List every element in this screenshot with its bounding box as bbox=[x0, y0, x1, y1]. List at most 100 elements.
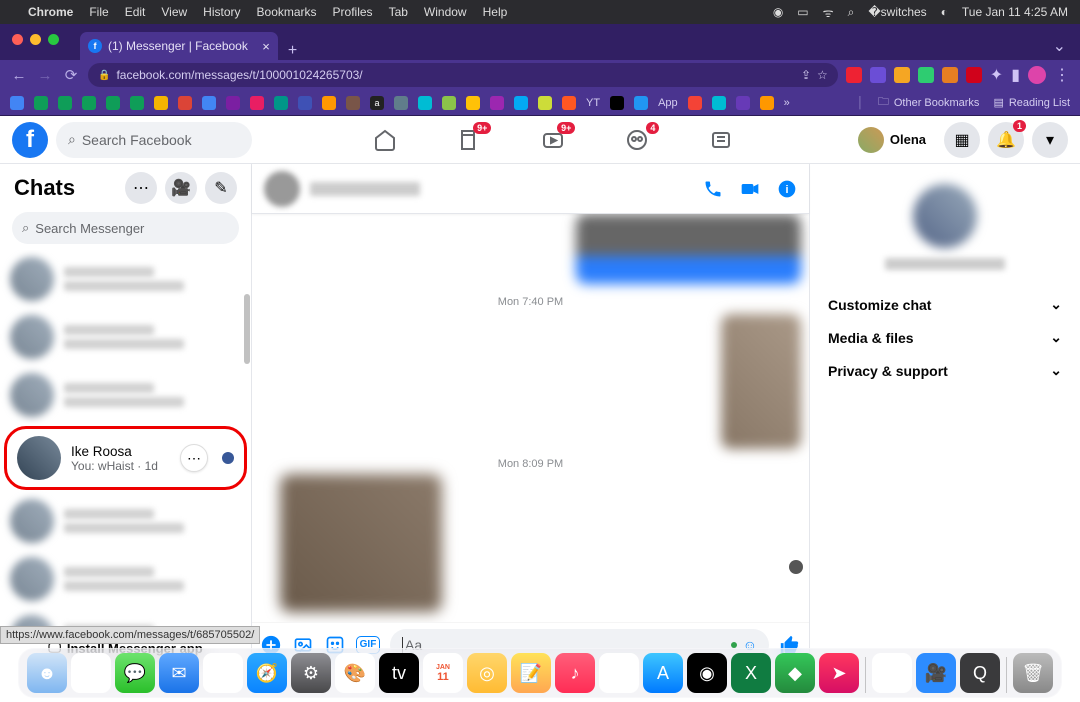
menu-history[interactable]: History bbox=[203, 5, 240, 19]
ext-icon[interactable] bbox=[894, 67, 910, 83]
chat-item[interactable] bbox=[0, 550, 251, 608]
bookmark-icon[interactable] bbox=[760, 96, 774, 110]
bookmark-icon[interactable] bbox=[712, 96, 726, 110]
url-bar[interactable]: 🔒 facebook.com/messages/t/10000102426570… bbox=[88, 63, 838, 87]
ext-icon[interactable] bbox=[942, 67, 958, 83]
dock-zoom-icon[interactable]: 🎥 bbox=[916, 653, 956, 693]
profile-avatar-icon[interactable] bbox=[1028, 66, 1046, 84]
info-customize-chat[interactable]: Customize chat⌄ bbox=[818, 288, 1072, 321]
menubar-clock[interactable]: Tue Jan 11 4:25 AM bbox=[962, 5, 1068, 19]
conversation-avatar[interactable] bbox=[264, 171, 300, 207]
info-privacy-support[interactable]: Privacy & support⌄ bbox=[818, 354, 1072, 387]
dock-photos-icon[interactable]: ✿ bbox=[203, 653, 243, 693]
chat-item[interactable] bbox=[0, 250, 251, 308]
dock-app-icon[interactable]: ◉ bbox=[687, 653, 727, 693]
chat-item-highlighted[interactable]: Ike Roosa You: wHaist · 1d ⋯ bbox=[4, 426, 247, 490]
nav-watch-icon[interactable]: 9+ bbox=[541, 128, 565, 152]
dock-slack-icon[interactable]: ✱ bbox=[599, 653, 639, 693]
bookmark-icon[interactable] bbox=[394, 96, 408, 110]
chats-options-icon[interactable]: ⋯ bbox=[125, 172, 157, 204]
battery-icon[interactable]: ▭ bbox=[797, 5, 808, 19]
share-icon[interactable]: ⇪ bbox=[801, 68, 811, 82]
dock-music-icon[interactable]: ♪ bbox=[555, 653, 595, 693]
dock-appstore-icon[interactable]: A bbox=[643, 653, 683, 693]
facebook-search[interactable]: ⌕ Search Facebook bbox=[56, 122, 252, 158]
notifications-icon[interactable]: 🔔1 bbox=[988, 122, 1024, 158]
dock-app-icon[interactable]: ◎ bbox=[467, 653, 507, 693]
info-media-files[interactable]: Media & files⌄ bbox=[818, 321, 1072, 354]
message-image[interactable] bbox=[721, 314, 801, 449]
bookmark-icon[interactable] bbox=[736, 96, 750, 110]
back-button[interactable]: ← bbox=[10, 66, 28, 84]
messages-area[interactable]: Mon 7:40 PM Mon 8:09 PM bbox=[252, 214, 809, 622]
bookmark-icon[interactable] bbox=[202, 96, 216, 110]
siri-icon[interactable]: ◐ bbox=[941, 5, 948, 19]
record-menu-icon[interactable]: ◉ bbox=[773, 5, 783, 19]
bookmark-icon[interactable] bbox=[562, 96, 576, 110]
menu-view[interactable]: View bbox=[161, 5, 187, 19]
new-tab-button[interactable]: + bbox=[278, 42, 307, 60]
menubar-app[interactable]: Chrome bbox=[28, 5, 73, 19]
conversation-info-icon[interactable]: i bbox=[777, 179, 797, 199]
chrome-menu-icon[interactable]: ⋮ bbox=[1054, 65, 1070, 85]
dock-app-icon[interactable]: ➤ bbox=[819, 653, 859, 693]
nav-groups-icon[interactable]: 4 bbox=[625, 128, 649, 152]
new-message-icon[interactable]: ✎ bbox=[205, 172, 237, 204]
bookmark-app[interactable]: App bbox=[658, 97, 678, 109]
nav-news-icon[interactable] bbox=[709, 128, 733, 152]
message-image[interactable] bbox=[576, 214, 801, 284]
browser-tab[interactable]: f (1) Messenger | Facebook × bbox=[80, 32, 278, 60]
profile-chip[interactable]: Olena bbox=[855, 124, 936, 156]
dock-app-icon[interactable]: ▣ bbox=[872, 653, 912, 693]
nav-home-icon[interactable] bbox=[373, 128, 397, 152]
dock-appletv-icon[interactable]: tv bbox=[379, 653, 419, 693]
ext-icon[interactable] bbox=[966, 67, 982, 83]
dock-settings-icon[interactable]: ⚙ bbox=[291, 653, 331, 693]
new-room-icon[interactable]: 🎥 bbox=[165, 172, 197, 204]
ext-icon[interactable] bbox=[870, 67, 886, 83]
dock-excel-icon[interactable]: X bbox=[731, 653, 771, 693]
reading-list[interactable]: ▤Reading List bbox=[993, 96, 1070, 109]
bookmark-star-icon[interactable]: ☆ bbox=[817, 68, 828, 82]
dock-app-icon[interactable]: 🎨 bbox=[335, 653, 375, 693]
forward-button[interactable]: → bbox=[36, 66, 54, 84]
account-menu-icon[interactable]: ▾ bbox=[1032, 122, 1068, 158]
message-image[interactable] bbox=[280, 474, 442, 612]
bookmark-icon[interactable] bbox=[226, 96, 240, 110]
bookmark-yt[interactable]: YT bbox=[586, 97, 600, 109]
tab-close-icon[interactable]: × bbox=[262, 39, 270, 54]
bookmark-icon[interactable] bbox=[610, 96, 624, 110]
bookmark-icon[interactable] bbox=[346, 96, 360, 110]
menu-help[interactable]: Help bbox=[483, 5, 508, 19]
chat-list[interactable]: Ike Roosa You: wHaist · 1d ⋯ bbox=[0, 250, 251, 629]
call-icon[interactable] bbox=[703, 179, 723, 199]
dock-trash-icon[interactable]: 🗑 bbox=[1013, 653, 1053, 693]
chat-item-more-icon[interactable]: ⋯ bbox=[180, 444, 208, 472]
bookmark-icon[interactable] bbox=[634, 96, 648, 110]
menu-window[interactable]: Window bbox=[424, 5, 467, 19]
bookmarks-overflow-icon[interactable]: » bbox=[784, 97, 790, 109]
bookmark-icon[interactable] bbox=[442, 96, 456, 110]
info-avatar[interactable] bbox=[913, 184, 977, 248]
bookmark-icon[interactable] bbox=[106, 96, 120, 110]
menu-profiles[interactable]: Profiles bbox=[333, 5, 373, 19]
video-call-icon[interactable] bbox=[739, 179, 761, 199]
dock-messages-icon[interactable]: 💬 bbox=[115, 653, 155, 693]
bookmark-icon[interactable] bbox=[82, 96, 96, 110]
messenger-search[interactable]: ⌕ Search Messenger bbox=[12, 212, 239, 244]
bookmark-icon[interactable] bbox=[688, 96, 702, 110]
bookmark-icon[interactable] bbox=[178, 96, 192, 110]
chat-item[interactable] bbox=[0, 366, 251, 424]
menu-grid-icon[interactable]: ▦ bbox=[944, 122, 980, 158]
control-center-icon[interactable]: �switches bbox=[868, 5, 926, 19]
bookmark-icon[interactable] bbox=[58, 96, 72, 110]
menu-edit[interactable]: Edit bbox=[125, 5, 146, 19]
ext-adblock-icon[interactable] bbox=[846, 67, 862, 83]
dock-mail-icon[interactable]: ✉ bbox=[159, 653, 199, 693]
dock-notes-icon[interactable]: 📝 bbox=[511, 653, 551, 693]
ext-icon[interactable] bbox=[918, 67, 934, 83]
dock-safari-icon[interactable]: 🧭 bbox=[247, 653, 287, 693]
chat-item[interactable] bbox=[0, 492, 251, 550]
chat-item[interactable] bbox=[0, 308, 251, 366]
bookmark-icon[interactable] bbox=[10, 96, 24, 110]
